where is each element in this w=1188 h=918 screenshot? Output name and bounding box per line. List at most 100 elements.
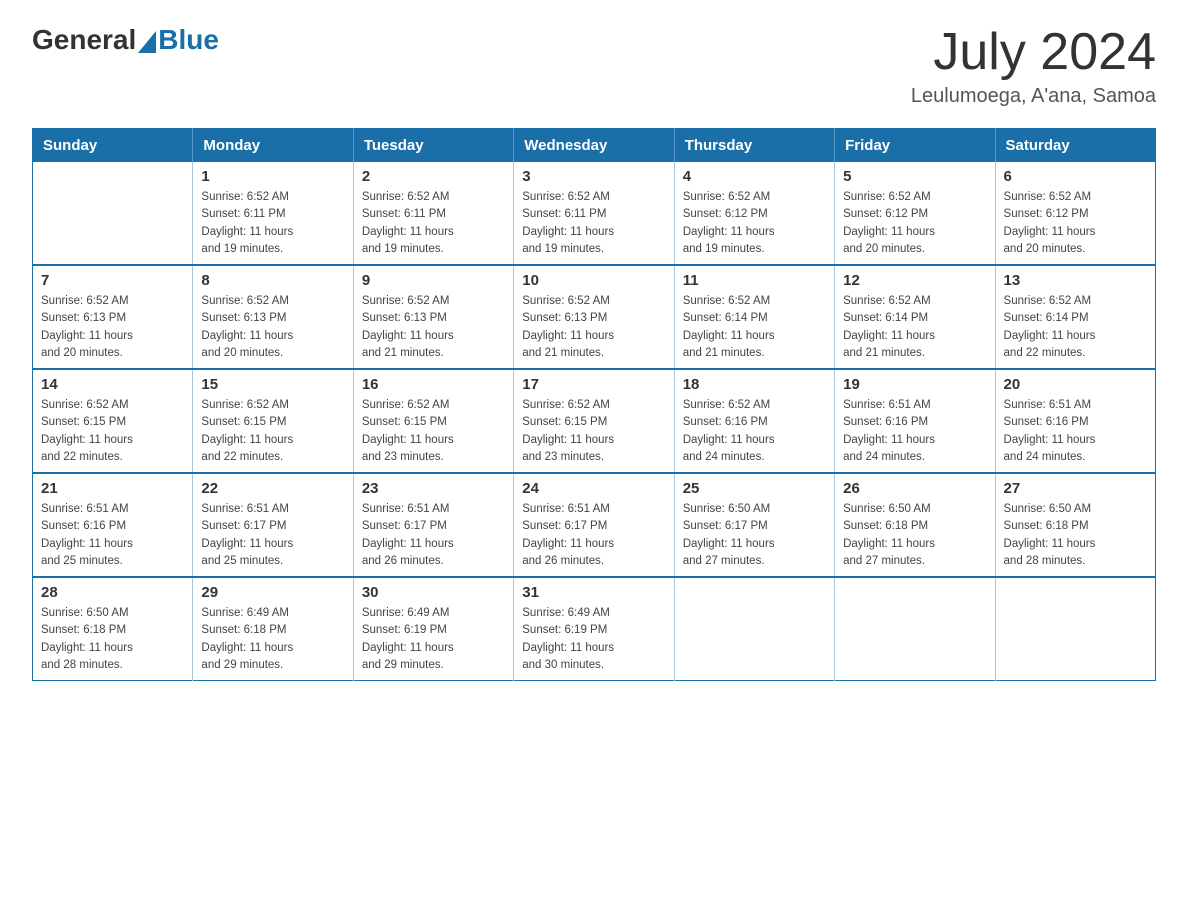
day-number: 21 [41,480,184,497]
logo-blue: Blue [158,24,219,56]
calendar-day-cell: 2 Sunrise: 6:52 AM Sunset: 6:11 PM Daylig… [353,162,513,265]
calendar-day-cell: 25 Sunrise: 6:50 AM Sunset: 6:17 PM Dayli… [674,473,834,577]
calendar-day-cell: 28 Sunrise: 6:50 AM Sunset: 6:18 PM Dayli… [33,577,193,681]
calendar-week-row: 21Sunrise: 6:51 AM Sunset: 6:16 PM Dayli… [33,473,1156,577]
calendar-day-cell: 26 Sunrise: 6:50 AM Sunset: 6:18 PM Dayli… [835,473,995,577]
calendar-day-cell: 17 Sunrise: 6:52 AM Sunset: 6:15 PM Dayli… [514,369,674,473]
day-info: Sunrise: 6:51 AM Sunset: 6:17 PM Dayligh… [201,501,344,570]
calendar-day-cell [995,577,1155,681]
location-title: Leulumoega, A'ana, Samoa [911,85,1156,108]
logo-general: General [32,24,136,56]
day-info: Sunrise: 6:49 AM Sunset: 6:18 PM Dayligh… [201,605,344,674]
calendar-day-cell: 21Sunrise: 6:51 AM Sunset: 6:16 PM Dayli… [33,473,193,577]
weekday-header: Sunday [33,129,193,163]
day-number: 12 [843,272,986,289]
day-number: 13 [1004,272,1147,289]
day-info: Sunrise: 6:52 AM Sunset: 6:14 PM Dayligh… [1004,293,1147,362]
day-info: Sunrise: 6:52 AM Sunset: 6:15 PM Dayligh… [201,397,344,466]
day-number: 20 [1004,376,1147,393]
calendar-day-cell: 14Sunrise: 6:52 AM Sunset: 6:15 PM Dayli… [33,369,193,473]
calendar-day-cell: 10 Sunrise: 6:52 AM Sunset: 6:13 PM Dayli… [514,265,674,369]
day-number: 2 [362,168,505,185]
day-number: 22 [201,480,344,497]
day-info: Sunrise: 6:50 AM Sunset: 6:18 PM Dayligh… [1004,501,1147,570]
calendar-week-row: 28 Sunrise: 6:50 AM Sunset: 6:18 PM Dayli… [33,577,1156,681]
calendar-week-row: 1Sunrise: 6:52 AM Sunset: 6:11 PM Daylig… [33,162,1156,265]
day-info: Sunrise: 6:52 AM Sunset: 6:11 PM Dayligh… [362,189,505,258]
weekday-header: Tuesday [353,129,513,163]
weekday-header: Monday [193,129,353,163]
day-number: 8 [201,272,344,289]
day-info: Sunrise: 6:51 AM Sunset: 6:17 PM Dayligh… [362,501,505,570]
calendar-table: SundayMondayTuesdayWednesdayThursdayFrid… [32,128,1156,681]
calendar-day-cell: 30Sunrise: 6:49 AM Sunset: 6:19 PM Dayli… [353,577,513,681]
day-number: 5 [843,168,986,185]
day-info: Sunrise: 6:52 AM Sunset: 6:11 PM Dayligh… [522,189,665,258]
day-info: Sunrise: 6:52 AM Sunset: 6:14 PM Dayligh… [843,293,986,362]
calendar-day-cell: 1Sunrise: 6:52 AM Sunset: 6:11 PM Daylig… [193,162,353,265]
calendar-day-cell: 31 Sunrise: 6:49 AM Sunset: 6:19 PM Dayli… [514,577,674,681]
day-info: Sunrise: 6:52 AM Sunset: 6:11 PM Dayligh… [201,189,344,258]
day-info: Sunrise: 6:52 AM Sunset: 6:15 PM Dayligh… [522,397,665,466]
day-number: 4 [683,168,826,185]
calendar-day-cell: 20 Sunrise: 6:51 AM Sunset: 6:16 PM Dayli… [995,369,1155,473]
calendar-day-cell: 11Sunrise: 6:52 AM Sunset: 6:14 PM Dayli… [674,265,834,369]
day-info: Sunrise: 6:52 AM Sunset: 6:12 PM Dayligh… [1004,189,1147,258]
day-number: 26 [843,480,986,497]
day-number: 27 [1004,480,1147,497]
calendar-day-cell: 5Sunrise: 6:52 AM Sunset: 6:12 PM Daylig… [835,162,995,265]
calendar-day-cell: 4Sunrise: 6:52 AM Sunset: 6:12 PM Daylig… [674,162,834,265]
calendar-day-cell: 27 Sunrise: 6:50 AM Sunset: 6:18 PM Dayli… [995,473,1155,577]
day-info: Sunrise: 6:52 AM Sunset: 6:13 PM Dayligh… [201,293,344,362]
day-info: Sunrise: 6:52 AM Sunset: 6:15 PM Dayligh… [41,397,184,466]
calendar-day-cell: 16Sunrise: 6:52 AM Sunset: 6:15 PM Dayli… [353,369,513,473]
day-number: 19 [843,376,986,393]
weekday-header-row: SundayMondayTuesdayWednesdayThursdayFrid… [33,129,1156,163]
day-number: 10 [522,272,665,289]
calendar-day-cell: 23 Sunrise: 6:51 AM Sunset: 6:17 PM Dayli… [353,473,513,577]
weekday-header: Wednesday [514,129,674,163]
header: General Blue July 2024 Leulumoega, A'ana… [32,24,1156,108]
day-number: 15 [201,376,344,393]
day-info: Sunrise: 6:50 AM Sunset: 6:18 PM Dayligh… [843,501,986,570]
day-number: 28 [41,584,184,601]
weekday-header: Thursday [674,129,834,163]
day-number: 9 [362,272,505,289]
day-info: Sunrise: 6:50 AM Sunset: 6:17 PM Dayligh… [683,501,826,570]
calendar-week-row: 7 Sunrise: 6:52 AM Sunset: 6:13 PM Daylig… [33,265,1156,369]
day-info: Sunrise: 6:52 AM Sunset: 6:13 PM Dayligh… [41,293,184,362]
day-number: 17 [522,376,665,393]
weekday-header: Friday [835,129,995,163]
calendar-day-cell [674,577,834,681]
day-number: 18 [683,376,826,393]
calendar-day-cell [33,162,193,265]
day-number: 11 [683,272,826,289]
day-number: 29 [201,584,344,601]
day-info: Sunrise: 6:52 AM Sunset: 6:13 PM Dayligh… [522,293,665,362]
calendar-day-cell: 19 Sunrise: 6:51 AM Sunset: 6:16 PM Dayli… [835,369,995,473]
day-info: Sunrise: 6:51 AM Sunset: 6:17 PM Dayligh… [522,501,665,570]
day-number: 31 [522,584,665,601]
day-info: Sunrise: 6:51 AM Sunset: 6:16 PM Dayligh… [843,397,986,466]
weekday-header: Saturday [995,129,1155,163]
calendar-day-cell: 6Sunrise: 6:52 AM Sunset: 6:12 PM Daylig… [995,162,1155,265]
calendar-day-cell: 8 Sunrise: 6:52 AM Sunset: 6:13 PM Daylig… [193,265,353,369]
calendar-day-cell: 29 Sunrise: 6:49 AM Sunset: 6:18 PM Dayli… [193,577,353,681]
title-area: July 2024 Leulumoega, A'ana, Samoa [911,24,1156,108]
logo: General Blue [32,24,219,56]
day-info: Sunrise: 6:52 AM Sunset: 6:16 PM Dayligh… [683,397,826,466]
day-number: 24 [522,480,665,497]
calendar-day-cell [835,577,995,681]
day-info: Sunrise: 6:49 AM Sunset: 6:19 PM Dayligh… [362,605,505,674]
day-info: Sunrise: 6:49 AM Sunset: 6:19 PM Dayligh… [522,605,665,674]
day-info: Sunrise: 6:50 AM Sunset: 6:18 PM Dayligh… [41,605,184,674]
calendar-day-cell: 22 Sunrise: 6:51 AM Sunset: 6:17 PM Dayli… [193,473,353,577]
calendar-day-cell: 24 Sunrise: 6:51 AM Sunset: 6:17 PM Dayli… [514,473,674,577]
calendar-day-cell: 18 Sunrise: 6:52 AM Sunset: 6:16 PM Dayli… [674,369,834,473]
day-number: 25 [683,480,826,497]
day-info: Sunrise: 6:51 AM Sunset: 6:16 PM Dayligh… [1004,397,1147,466]
calendar-day-cell: 13 Sunrise: 6:52 AM Sunset: 6:14 PM Dayli… [995,265,1155,369]
day-number: 23 [362,480,505,497]
day-number: 3 [522,168,665,185]
day-number: 7 [41,272,184,289]
